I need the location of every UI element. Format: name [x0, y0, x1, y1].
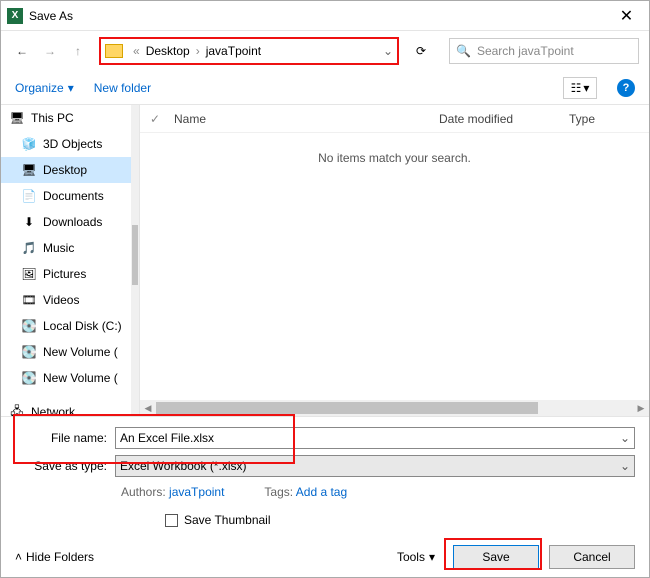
save-as-dialog: X Save As ✕ ← → ↑ « Desktop › javaTpoint… [0, 0, 650, 578]
sidebar-item-label: New Volume ( [43, 345, 118, 359]
breadcrumb-seg-javatpoint[interactable]: javaTpoint [204, 44, 263, 58]
sidebar-item[interactable]: 🎵 Music [1, 235, 131, 261]
tags-label: Tags: [264, 485, 293, 499]
sidebar-item-network[interactable]: 🖧 Network [1, 399, 131, 416]
hide-folders-toggle[interactable]: ˄ Hide Folders [15, 550, 94, 564]
folder-type-icon: 💽 [21, 370, 37, 386]
tags-value[interactable]: Add a tag [296, 485, 347, 499]
sidebar-item-label: Downloads [43, 215, 102, 229]
savetype-label: Save as type: [15, 459, 115, 473]
sidebar-item[interactable]: 🖼 Pictures [1, 261, 131, 287]
scroll-left-icon[interactable]: ◀ [140, 403, 156, 414]
folder-type-icon: 🖥 [21, 162, 37, 178]
breadcrumb-dropdown[interactable]: ⌄ [383, 44, 393, 58]
column-type[interactable]: Type [569, 112, 649, 126]
sidebar-item-label: Documents [43, 189, 104, 203]
sidebar-item-label: Music [43, 241, 74, 255]
sidebar-item[interactable]: 💽 Local Disk (C:) [1, 313, 131, 339]
folder-icon [105, 44, 123, 58]
caret-down-icon: ▾ [583, 81, 589, 95]
breadcrumb-overflow[interactable]: « [129, 44, 144, 58]
sidebar-item[interactable]: 💽 New Volume ( [1, 365, 131, 391]
window-title: Save As [29, 9, 73, 23]
column-name[interactable]: Name [170, 112, 439, 126]
network-icon: 🖧 [9, 404, 25, 416]
breadcrumb-seg-desktop[interactable]: Desktop [144, 44, 192, 58]
search-icon: 🔍 [456, 44, 471, 58]
bottom-panel: File name: An Excel File.xlsx ⌄ Save as … [1, 416, 649, 577]
view-icon: ☷ [571, 81, 582, 95]
cancel-button[interactable]: Cancel [549, 545, 635, 569]
nav-back-button[interactable]: ← [11, 40, 33, 62]
column-date[interactable]: Date modified [439, 112, 569, 126]
save-button[interactable]: Save [453, 545, 539, 569]
caret-down-icon: ▾ [68, 81, 74, 95]
folder-type-icon: 💽 [21, 344, 37, 360]
folder-type-icon: 🧊 [21, 136, 37, 152]
column-checkbox[interactable]: ✓ [140, 112, 170, 126]
filename-input[interactable]: An Excel File.xlsx ⌄ [115, 427, 635, 449]
save-thumbnail-checkbox[interactable] [165, 514, 178, 527]
sidebar-item-this-pc[interactable]: 🖥 This PC [1, 105, 131, 131]
scrollbar-thumb[interactable] [156, 402, 538, 414]
filename-label: File name: [15, 431, 115, 445]
save-thumbnail-label: Save Thumbnail [184, 513, 271, 527]
folder-type-icon: 🎞 [21, 292, 37, 308]
horizontal-scrollbar[interactable]: ◀ ▶ [140, 400, 649, 416]
search-placeholder: Search javaTpoint [477, 44, 574, 58]
pc-icon: 🖥 [9, 110, 25, 126]
sidebar-item[interactable]: ⬇ Downloads [1, 209, 131, 235]
sidebar-item[interactable]: 🖥 Desktop [1, 157, 131, 183]
tools-menu[interactable]: Tools ▾ [397, 550, 435, 564]
file-list-pane: ✓ Name Date modified Type No items match… [139, 105, 649, 416]
sidebar-item-label: Pictures [43, 267, 86, 281]
folder-type-icon: ⬇ [21, 214, 37, 230]
view-mode-button[interactable]: ☷▾ [563, 77, 597, 99]
authors-value[interactable]: javaTpoint [169, 485, 224, 499]
toolbar: Organize▾ New folder ☷▾ ? [1, 71, 649, 105]
refresh-button[interactable]: ⟳ [409, 39, 433, 63]
button-row: ˄ Hide Folders Tools ▾ Save Cancel [15, 545, 635, 569]
scrollbar-thumb[interactable] [132, 225, 138, 285]
sidebar-item-label: Desktop [43, 163, 87, 177]
savetype-dropdown[interactable]: Excel Workbook (*.xlsx) ⌄ [115, 455, 635, 477]
search-input[interactable]: 🔍 Search javaTpoint [449, 38, 639, 64]
nav-forward-button: → [39, 40, 61, 62]
sidebar-item[interactable]: 📄 Documents [1, 183, 131, 209]
sidebar-item[interactable]: 💽 New Volume ( [1, 339, 131, 365]
column-headers: ✓ Name Date modified Type [140, 105, 649, 133]
sidebar-scrollbar[interactable] [131, 105, 139, 416]
folder-type-icon: 📄 [21, 188, 37, 204]
metadata-row: Authors: javaTpoint Tags: Add a tag [75, 485, 635, 499]
empty-results-message: No items match your search. [140, 133, 649, 400]
organize-menu[interactable]: Organize▾ [15, 81, 74, 95]
folder-type-icon: 🎵 [21, 240, 37, 256]
scroll-right-icon[interactable]: ▶ [633, 403, 649, 414]
sidebar-item-label: New Volume ( [43, 371, 118, 385]
sidebar-item-label: Local Disk (C:) [43, 319, 122, 333]
help-button[interactable]: ? [617, 79, 635, 97]
save-thumbnail-row: Save Thumbnail [15, 513, 635, 527]
chevron-right-icon: › [192, 44, 204, 58]
close-button[interactable]: ✕ [604, 1, 649, 31]
sidebar: 🖥 This PC 🧊 3D Objects 🖥 Desktop 📄 Documents ⬇… [1, 105, 139, 416]
dropdown-icon[interactable]: ⌄ [620, 431, 630, 445]
sidebar-item-label: 3D Objects [43, 137, 102, 151]
nav-row: ← → ↑ « Desktop › javaTpoint ⌄ ⟳ 🔍 Searc… [1, 31, 649, 71]
breadcrumb-bar[interactable]: « Desktop › javaTpoint ⌄ [99, 37, 399, 65]
chevron-up-icon: ˄ [15, 550, 22, 564]
caret-down-icon: ▾ [429, 550, 435, 564]
excel-app-icon: X [7, 8, 23, 24]
new-folder-button[interactable]: New folder [94, 81, 151, 95]
folder-type-icon: 🖼 [21, 266, 37, 282]
dropdown-icon[interactable]: ⌄ [620, 459, 630, 473]
folder-type-icon: 💽 [21, 318, 37, 334]
sidebar-item-label: Videos [43, 293, 79, 307]
sidebar-item[interactable]: 🎞 Videos [1, 287, 131, 313]
titlebar: X Save As ✕ [1, 1, 649, 31]
authors-label: Authors: [121, 485, 166, 499]
nav-up-button[interactable]: ↑ [67, 40, 89, 62]
sidebar-item[interactable]: 🧊 3D Objects [1, 131, 131, 157]
dialog-body: 🖥 This PC 🧊 3D Objects 🖥 Desktop 📄 Documents ⬇… [1, 105, 649, 416]
